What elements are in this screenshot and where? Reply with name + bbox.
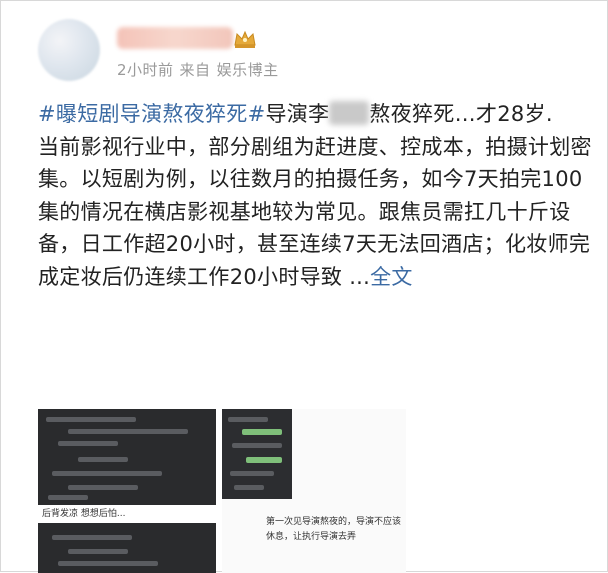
headline-before: 导演李: [265, 102, 330, 126]
post-meta: 2小时前 来自 娱乐博主: [117, 59, 285, 80]
image-2-chat-area: [222, 409, 292, 499]
image-1-caption-strip: 后背发凉 想想后怕...: [38, 505, 216, 523]
name-censor-blur: [329, 101, 370, 125]
full-text-link[interactable]: 全文: [370, 265, 413, 289]
hashtag-link[interactable]: #曝短剧导演熬夜猝死#: [38, 102, 266, 126]
post-source-prefix: 来自: [179, 61, 211, 79]
weibo-post-card: 2小时前 来自 娱乐博主 #曝短剧导演熬夜猝死#导演李 熬夜猝死…才28岁. 当前影视…: [0, 0, 608, 573]
headline-after: 熬夜猝死…才28岁.: [369, 102, 553, 126]
post-source[interactable]: 娱乐博主: [217, 61, 279, 79]
post-image-grid: 后背发凉 想想后怕... 第一次见导演熬夜的，导演不应该休息，让执行导演去弄: [38, 409, 408, 573]
image-2-note-text: 第一次见导演熬夜的，导演不应该休息，让执行导演去弄: [266, 517, 402, 542]
author-avatar[interactable]: [38, 19, 100, 81]
post-image-2[interactable]: 第一次见导演熬夜的，导演不应该休息，让执行导演去弄: [222, 409, 406, 573]
author-name-blurred[interactable]: [117, 27, 233, 49]
post-content: #曝短剧导演熬夜猝死#导演李 熬夜猝死…才28岁. 当前影视行业中，部分剧组为赶进…: [38, 98, 594, 293]
crown-badge-icon: [234, 30, 256, 48]
post-body-text: 当前影视行业中，部分剧组为赶进度、控成本，拍摄计划密集。以短剧为例，以往数月的拍…: [38, 134, 592, 289]
post-image-1[interactable]: 后背发凉 想想后怕...: [38, 409, 216, 573]
post-time: 2小时前: [117, 61, 174, 79]
